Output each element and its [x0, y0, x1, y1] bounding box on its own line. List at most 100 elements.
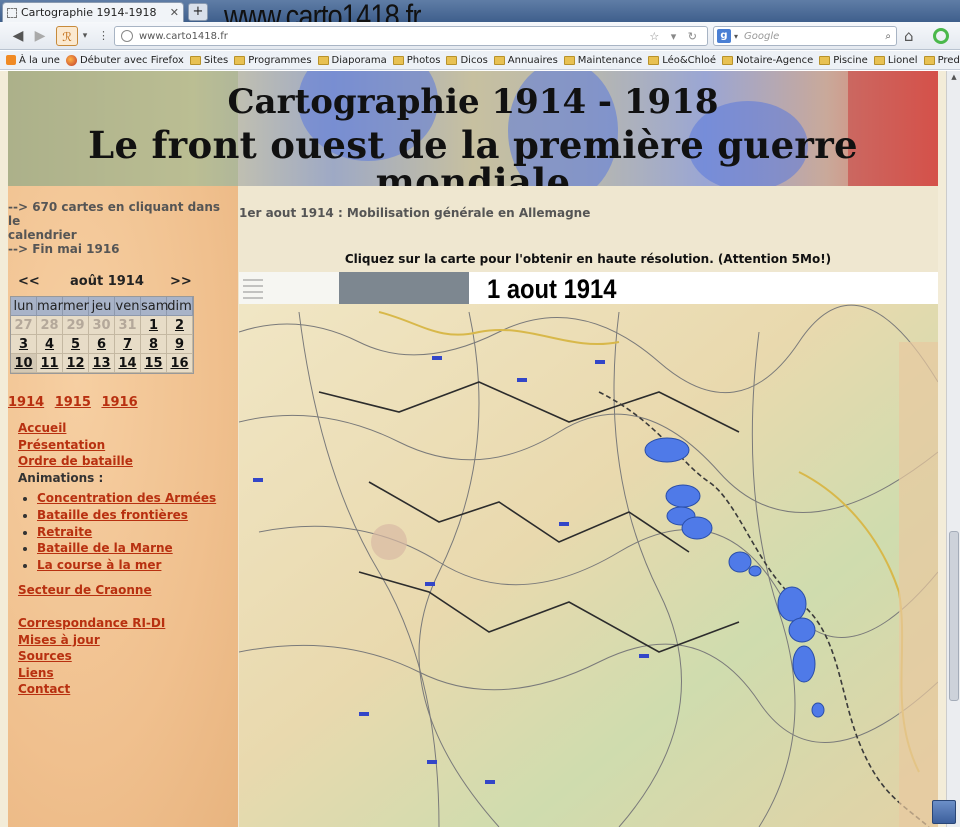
home-icon[interactable]: ⌂: [904, 27, 914, 45]
weekday-label: mer: [63, 297, 90, 316]
calendar-day-link[interactable]: 3: [11, 335, 37, 354]
front-map-image[interactable]: 1 aout 1914: [239, 272, 938, 827]
map-drawing: [239, 272, 938, 827]
search-engine-dropdown-icon[interactable]: ▾: [734, 32, 738, 41]
google-logo-icon[interactable]: g: [717, 29, 731, 43]
year-link-1914[interactable]: 1914: [8, 395, 44, 410]
calendar-weekday-row: lun mar mer jeu ven sam dim: [11, 297, 193, 316]
previous-month-button[interactable]: <<: [18, 274, 40, 289]
navigation-toolbar: ◀ ▶ ℛ ▾ ⋮ www.carto1418.fr ☆ ▾ ↻ g ▾ Goo…: [0, 22, 960, 50]
close-tab-icon[interactable]: ✕: [170, 6, 179, 19]
folder-icon: [563, 55, 575, 65]
bookmark-item[interactable]: Photos: [392, 55, 440, 66]
browser-tab[interactable]: Cartographie 1914-1918 ✕: [2, 2, 184, 22]
menu-animation-link[interactable]: Concentration des Armées: [37, 491, 216, 505]
unit-marker: [517, 378, 527, 382]
bookmark-item[interactable]: Predissime 9: [923, 55, 960, 66]
weekday-label: dim: [167, 297, 193, 316]
calendar-day-link[interactable]: 10: [11, 354, 37, 373]
calendar-day-link[interactable]: 9: [167, 335, 193, 354]
menu-correspondance[interactable]: Correspondance RI-DI: [18, 615, 233, 632]
menu-mises-a-jour[interactable]: Mises à jour: [18, 632, 233, 649]
calendar-week-row: 10 11 12 13 14 15 16: [11, 354, 193, 373]
menu-accueil[interactable]: Accueil: [18, 420, 233, 437]
menu-sources[interactable]: Sources: [18, 648, 233, 665]
web-page: Cartographie 1914 - 1918 Le front ouest …: [0, 71, 946, 827]
calendar-day-link[interactable]: 1: [141, 316, 167, 335]
folder-icon: [819, 55, 831, 65]
calendar-day-link[interactable]: 15: [141, 354, 167, 373]
calendar-day-link[interactable]: 8: [141, 335, 167, 354]
bookmarks-toolbar: À la une Débuter avec Firefox Sites Program…: [0, 51, 960, 70]
menu-presentation[interactable]: Présentation: [18, 437, 233, 454]
bookmark-item[interactable]: Dicos: [446, 55, 488, 66]
forward-arrow-icon[interactable]: ▶: [32, 26, 48, 46]
menu-animation-link[interactable]: Bataille de la Marne: [37, 541, 173, 555]
bookmark-item[interactable]: Maintenance: [563, 55, 642, 66]
bookmark-label: À la une: [19, 54, 60, 66]
menu-contact[interactable]: Contact: [18, 681, 233, 698]
army-blob: [811, 702, 825, 718]
map-city-paris: [371, 524, 407, 560]
menu-animation-link[interactable]: La course à la mer: [37, 558, 161, 572]
menu-grip-icon[interactable]: ⋮: [98, 26, 109, 46]
search-input[interactable]: g ▾ Google ⌕: [713, 26, 897, 46]
tab-title: Cartographie 1914-1918: [21, 6, 157, 19]
army-blob: [665, 484, 701, 508]
back-arrow-icon[interactable]: ◀: [8, 26, 28, 46]
bookmark-item[interactable]: À la une: [6, 55, 60, 66]
menu-liens[interactable]: Liens: [18, 665, 233, 682]
search-placeholder: Google: [744, 30, 780, 42]
calendar-day-link[interactable]: 16: [167, 354, 193, 373]
menu-animation-link[interactable]: Bataille des frontières: [37, 508, 188, 522]
extension-icon[interactable]: [933, 28, 949, 44]
dropdown-arrow-icon[interactable]: ▾: [80, 26, 90, 46]
calendar-day-link[interactable]: 12: [63, 354, 89, 373]
info-note-line: --> 670 cartes en cliquant dans le: [8, 200, 221, 228]
calendar-day-link[interactable]: 6: [89, 335, 115, 354]
year-link-1916[interactable]: 1916: [101, 395, 137, 410]
bookmark-item[interactable]: Débuter avec Firefox: [65, 54, 184, 66]
bookmark-item[interactable]: Annuaires: [493, 54, 558, 66]
bookmark-item[interactable]: Lionel: [873, 55, 918, 66]
page-scrollbar[interactable]: ▲: [946, 71, 960, 827]
bookmark-label: Piscine: [833, 54, 868, 66]
scrollbar-thumb[interactable]: [949, 531, 959, 701]
bookmark-item[interactable]: Sites: [189, 55, 228, 66]
new-tab-button[interactable]: +: [188, 3, 208, 21]
menu-ordre-de-bataille[interactable]: Ordre de bataille: [18, 453, 233, 470]
calendar-day-link[interactable]: 13: [89, 354, 115, 373]
bookmark-item[interactable]: Diaporama: [317, 55, 387, 66]
url-bar-actions[interactable]: ☆ ▾ ↻: [649, 30, 701, 43]
army-blob: [788, 617, 816, 643]
calendar-day-link[interactable]: 4: [37, 335, 63, 354]
url-bar[interactable]: www.carto1418.fr ☆ ▾ ↻: [114, 26, 708, 46]
folder-icon: [648, 55, 660, 65]
folder-icon: [446, 55, 458, 65]
calendar-day-link[interactable]: 2: [167, 316, 193, 335]
animations-list: Concentration des Armées Bataille des fr…: [37, 490, 233, 573]
map-terrain: [239, 272, 938, 827]
unit-marker: [639, 654, 649, 658]
addon-toolbar-button[interactable]: ℛ: [56, 26, 78, 46]
calendar-day-link[interactable]: 7: [115, 335, 141, 354]
calendar-day-link[interactable]: 11: [37, 354, 63, 373]
calendar-day-link[interactable]: 14: [115, 354, 141, 373]
bookmark-label: Annuaires: [507, 54, 558, 66]
bookmark-item[interactable]: Notaire-Agence: [722, 55, 813, 66]
scroll-to-top-button[interactable]: [932, 800, 956, 824]
folder-icon: [317, 55, 329, 65]
calendar-day-link[interactable]: 5: [63, 335, 89, 354]
bookmark-item[interactable]: Programmes: [234, 55, 312, 66]
unit-marker: [595, 360, 605, 364]
menu-animation-link[interactable]: Retraite: [37, 525, 92, 539]
bookmark-item[interactable]: Piscine: [819, 55, 868, 66]
calendar-grid: lun mar mer jeu ven sam dim 27 28 29 30 31 1 2 3 4 5 6 7 8 9…: [10, 296, 194, 374]
menu-secteur-craonne[interactable]: Secteur de Craonne: [18, 582, 233, 599]
year-link-1915[interactable]: 1915: [55, 395, 91, 410]
search-icon[interactable]: ⌕: [885, 31, 891, 42]
scroll-up-icon[interactable]: ▲: [949, 73, 959, 83]
army-blob: [681, 516, 713, 540]
next-month-button[interactable]: >>: [170, 274, 192, 289]
bookmark-item[interactable]: Léo&Chloé: [648, 55, 716, 66]
